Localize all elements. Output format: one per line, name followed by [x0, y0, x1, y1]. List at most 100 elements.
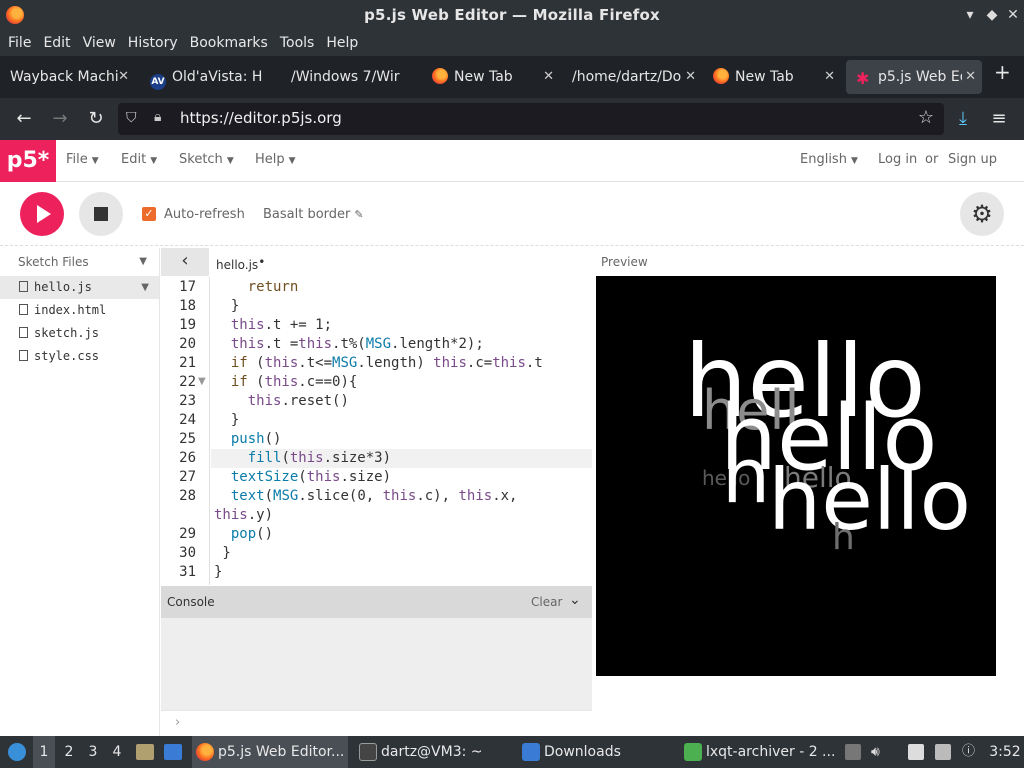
tab-close-icon[interactable]: ✕ — [685, 60, 696, 94]
code-line[interactable]: this.reset() — [214, 392, 349, 411]
close-icon[interactable]: ✕ — [1003, 5, 1023, 25]
file-manager-launcher-icon[interactable] — [134, 736, 156, 768]
lock-icon[interactable]: 🔒︎ — [154, 109, 161, 125]
tab-oldavista[interactable]: AV Old'aVista: H — [140, 60, 275, 94]
tab-close-icon[interactable]: ✕ — [824, 60, 835, 94]
signup-link[interactable]: Sign up — [948, 152, 997, 167]
code-line[interactable]: if (this.c==0){ — [214, 373, 357, 392]
menu-file[interactable]: File — [2, 30, 37, 56]
p5-logo[interactable]: p5* — [0, 140, 56, 182]
code-line[interactable]: } — [214, 297, 239, 316]
code-line[interactable]: } — [214, 411, 239, 430]
menu-edit[interactable]: Edit — [37, 30, 76, 56]
file-item-sketch-js[interactable]: sketch.js — [0, 322, 159, 345]
taskbar-window-archiver[interactable]: lxqt-archiver - 2 ... — [680, 736, 838, 768]
tab-wayback[interactable]: Wayback Machi ✕ — [0, 60, 135, 94]
menu-history[interactable]: History — [122, 30, 184, 56]
pencil-icon[interactable]: ✎ — [354, 208, 363, 221]
menu-bookmarks[interactable]: Bookmarks — [184, 30, 274, 56]
sketch-name[interactable]: Basalt border ✎ — [263, 207, 364, 222]
workspace-1[interactable]: 1 — [33, 736, 55, 768]
chevron-down-icon[interactable]: ▼ — [139, 256, 147, 267]
console-prompt: › — [175, 715, 181, 730]
tab-close-icon[interactable]: ✕ — [962, 60, 976, 94]
play-button[interactable] — [20, 192, 64, 236]
tab-newtab-1[interactable]: New Tab ✕ — [422, 60, 560, 94]
menu-tools[interactable]: Tools — [274, 30, 321, 56]
file-item-style-css[interactable]: style.css — [0, 345, 159, 368]
menu-view[interactable]: View — [77, 30, 122, 56]
fold-arrow-icon[interactable]: ▼ — [198, 376, 206, 387]
chevron-down-icon[interactable]: ⌄ — [569, 592, 581, 608]
workspace-4[interactable]: 4 — [106, 736, 128, 768]
menu-help[interactable]: Help — [320, 30, 364, 56]
code-line[interactable]: pop() — [214, 525, 273, 544]
chevron-down-icon[interactable]: ▼ — [141, 276, 149, 299]
collapse-sidebar-button[interactable]: ‹ — [161, 248, 209, 276]
url-bar[interactable]: ⛉ 🔒︎ https://editor.p5js.org ☆ — [118, 103, 944, 135]
code-line[interactable]: } — [214, 544, 230, 563]
bookmark-star-icon[interactable]: ☆ — [918, 107, 934, 128]
taskbar-window-terminal[interactable]: dartz@VM3: ~ — [355, 736, 513, 768]
code-line[interactable]: return — [214, 278, 299, 297]
login-link[interactable]: Log in — [878, 152, 917, 167]
code-line[interactable]: } — [214, 563, 222, 582]
minimize-icon[interactable]: ▾ — [960, 5, 980, 25]
p5-menu-sketch[interactable]: Sketch ▼ — [179, 152, 234, 167]
code-line[interactable]: text(MSG.slice(0, this.c), this.x, — [214, 487, 518, 506]
start-menu-icon[interactable] — [4, 736, 30, 768]
file-icon — [19, 327, 28, 338]
code-line[interactable]: this.t += 1; — [214, 316, 332, 335]
auto-refresh-label[interactable]: Auto-refresh — [164, 207, 245, 222]
clock[interactable]: 3:52 — [988, 736, 1022, 768]
workspace-3[interactable]: 3 — [82, 736, 104, 768]
workspace-2[interactable]: 2 — [58, 736, 80, 768]
console-input[interactable]: › — [161, 710, 592, 736]
clipboard-icon[interactable] — [908, 744, 924, 760]
auto-refresh-checkbox[interactable]: ✓ — [142, 207, 156, 221]
code-line[interactable]: if (this.t<=MSG.length) this.c=this.t — [214, 354, 543, 373]
code-line[interactable]: textSize(this.size) — [214, 468, 391, 487]
maximize-icon[interactable]: ◆ — [982, 5, 1002, 25]
new-tab-button[interactable]: + — [994, 60, 1011, 84]
file-item-hello-js[interactable]: hello.js ▼ — [0, 276, 159, 299]
folder-icon — [522, 743, 540, 761]
code-line[interactable]: fill(this.size*3) — [211, 449, 592, 468]
back-arrow-icon[interactable]: ← — [12, 107, 36, 131]
tab-home-dartz[interactable]: /home/dartz/Do ✕ — [562, 60, 702, 94]
download-icon[interactable]: ⤓ — [951, 107, 975, 131]
network-icon[interactable] — [935, 744, 951, 760]
p5-menu-help[interactable]: Help ▼ — [255, 152, 296, 167]
forward-arrow-icon[interactable]: → — [48, 107, 72, 131]
tab-close-icon[interactable]: ✕ — [118, 60, 129, 94]
show-desktop-icon[interactable] — [162, 736, 184, 768]
code-line[interactable]: this.y) — [214, 506, 273, 525]
info-icon[interactable]: ⓘ — [962, 744, 978, 760]
tab-close-icon[interactable]: ✕ — [543, 60, 554, 94]
console-clear-button[interactable]: Clear — [531, 595, 562, 609]
reload-icon[interactable]: ↻ — [84, 107, 108, 131]
hamburger-menu-icon[interactable]: ≡ — [987, 107, 1011, 131]
file-item-index-html[interactable]: index.html — [0, 299, 159, 322]
tab-windows7[interactable]: /Windows 7/Wir — [281, 60, 419, 94]
preview-canvas[interactable]: hello hell hello hello hello h hello h — [596, 276, 996, 676]
stop-button[interactable] — [79, 192, 123, 236]
code-line[interactable]: push() — [214, 430, 282, 449]
editor-filename: hello.js• — [216, 255, 266, 272]
file-icon — [19, 304, 28, 315]
code-line[interactable]: this.t =this.t%(MSG.length*2); — [214, 335, 484, 354]
shield-icon[interactable]: ⛉ — [126, 110, 137, 126]
tray-expand-icon[interactable] — [845, 744, 861, 760]
volume-icon[interactable]: 🔊︎ — [871, 744, 887, 760]
p5-menu-edit[interactable]: Edit ▼ — [121, 152, 157, 167]
tab-p5js-editor[interactable]: ✱ p5.js Web Ed ✕ — [846, 60, 982, 94]
line-number: 29 — [179, 526, 196, 542]
taskbar-window-downloads[interactable]: Downloads — [518, 736, 676, 768]
url-text[interactable]: https://editor.p5js.org — [180, 109, 342, 127]
p5-menu-file[interactable]: File ▼ — [66, 152, 99, 167]
taskbar-window-firefox[interactable]: p5.js Web Editor... — [192, 736, 348, 768]
tab-newtab-2[interactable]: New Tab ✕ — [703, 60, 841, 94]
settings-gear-icon[interactable]: ⚙ — [960, 192, 1004, 236]
language-selector[interactable]: English ▼ — [800, 152, 858, 167]
sketch-toolbar: ✓ Auto-refresh Basalt border ✎ ⚙ — [0, 182, 1024, 246]
